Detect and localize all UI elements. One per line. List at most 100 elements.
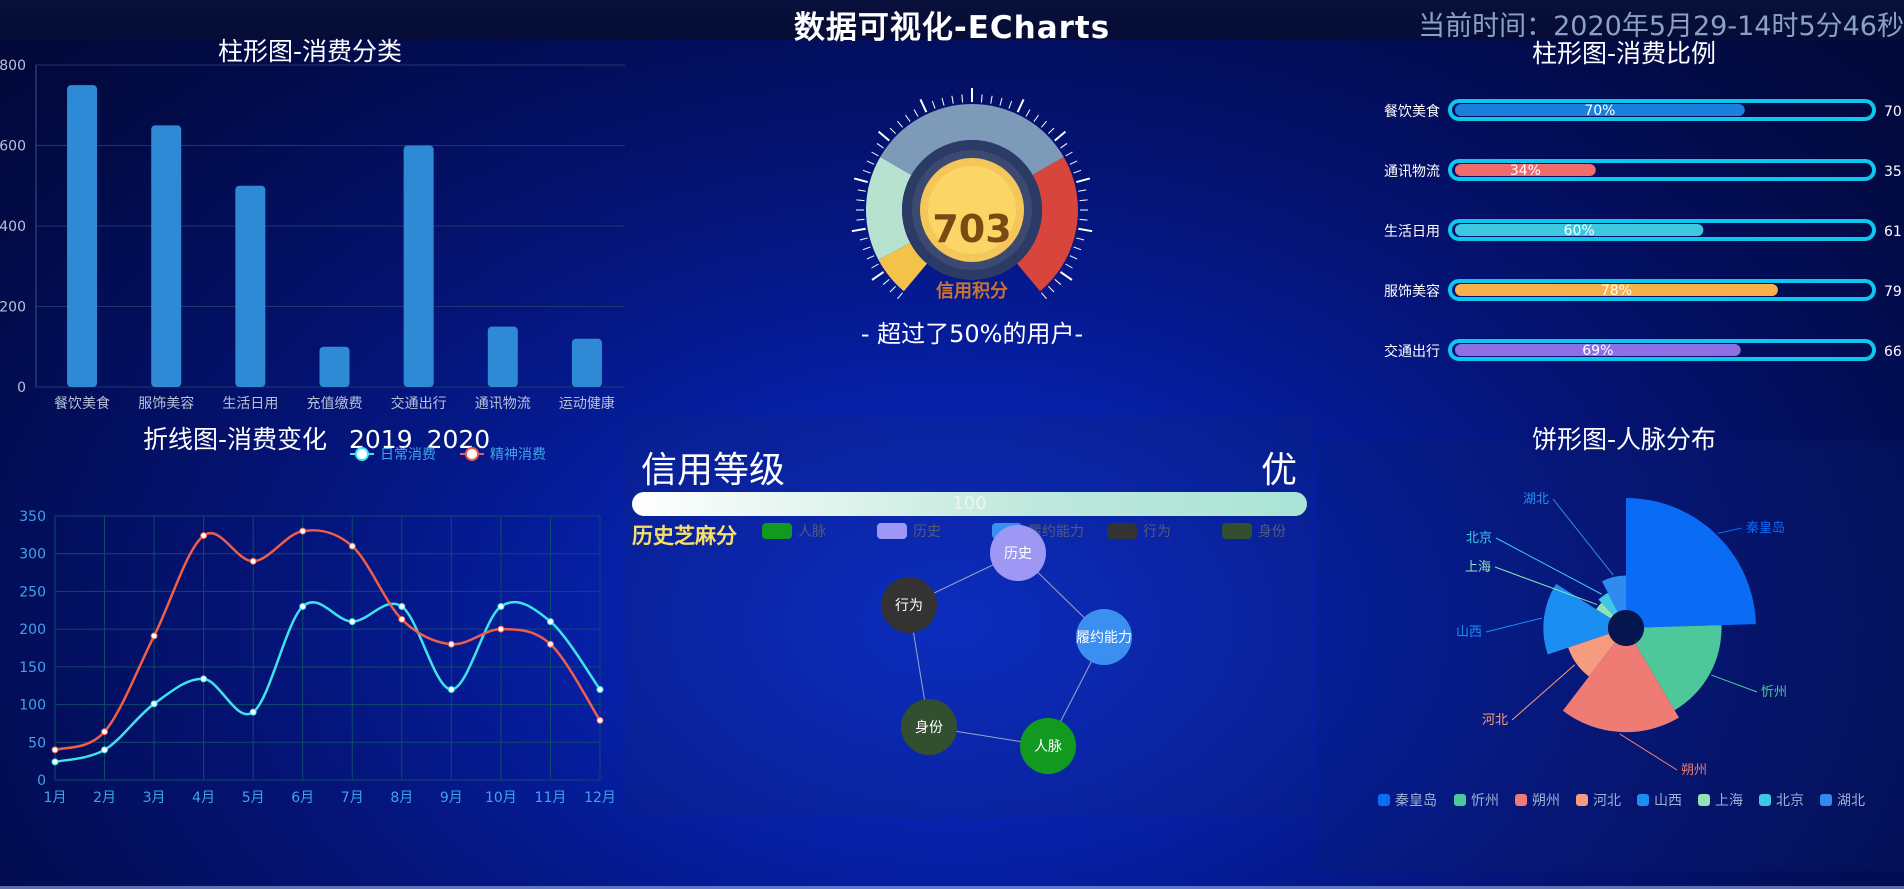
line-x-tick: 10月 [485,790,517,806]
bar-x-tick: 餐饮美食 [54,395,110,412]
line-x-tick: 12月 [584,790,616,806]
pie-legend-label: 河北 [1593,793,1621,809]
gauge-tick [871,263,879,269]
line-point [398,603,406,611]
gauge-tick [1079,199,1088,202]
line-x-tick: 11月 [535,790,567,806]
credit-level-bar-label: 100 [952,493,987,514]
gauge-tick [1060,143,1068,149]
line-point [249,708,257,716]
line-point [596,685,604,693]
graph-legend-swatch [1222,523,1252,539]
progress-label: 服饰美容 [1384,283,1440,300]
bar [151,125,182,387]
gauge-tick [1069,255,1078,260]
progress-right-label: 70 [1884,104,1902,120]
progress-value-label: 34% [1510,163,1541,179]
line-point [150,700,158,708]
line-point [596,716,604,724]
line-point [447,685,455,693]
bar [403,145,434,387]
pie-legend-label: 山西 [1654,793,1682,809]
line-point [51,746,59,754]
progress-right-label: 61 [1884,224,1902,240]
rose-center-hole [1608,610,1644,646]
progress-right-label: 35 [1884,164,1902,180]
pie-legend-label: 秦皇岛 [1395,793,1437,809]
bar [235,185,266,387]
line-x-tick: 4月 [192,790,215,806]
progress-label: 餐饮美食 [1384,103,1440,120]
progress-label: 生活日用 [1384,224,1440,240]
legend-marker [355,447,369,461]
graph-legend-swatch [762,523,792,539]
progress-label: 通讯物流 [1384,164,1440,180]
rose-leader-line [1552,498,1614,576]
progress-value-label: 60% [1564,223,1595,239]
gauge-tick [897,120,903,128]
progress-right-label: 79 [1884,284,1902,300]
rose-label: 河北 [1482,713,1508,728]
bar-y-tick: 0 [17,380,26,396]
pie-legend-swatch [1378,794,1390,806]
contacts-rose-chart: 秦皇岛忻州朔州河北山西上海北京湖北秦皇岛 忻州 朔州 河北 山西 上海 北京 湖北 [1378,492,1865,809]
progress-right-label: 66 [1884,344,1902,360]
gauge-tick [856,199,865,202]
rose-slice [1626,498,1756,628]
legend-label: 精神消费 [490,447,546,463]
bar-x-tick: 充值缴费 [307,396,363,412]
gauge-value: 703 [932,207,1012,251]
pie-legend-label: 忻州 [1471,793,1499,809]
graph-legend-label: 身份 [1258,524,1286,540]
gauge-tick [1033,114,1039,122]
line-point [546,640,554,648]
line-x-tick: 3月 [143,790,166,806]
rose-label: 湖北 [1523,492,1549,507]
line-point [299,603,307,611]
pie-legend-swatch [1759,794,1771,806]
gauge-subtitle: - 超过了50%的用户- [860,320,1084,348]
gauge-tick [990,95,993,104]
pie-legend-swatch [1515,794,1527,806]
legend-label: 日常消费 [380,447,436,463]
line-point [200,675,208,683]
line-x-tick: 2月 [93,790,116,806]
graph-node-label: 身份 [915,720,943,736]
line-point [299,527,307,535]
gauge-tick [919,99,928,113]
rose-label: 秦皇岛 [1746,520,1785,536]
gauge-tick [876,143,884,149]
bar-y-tick: 800 [0,58,26,74]
consumption-ratio-chart: 餐饮美食 70% 70 通讯物流 34% 35 生活日用 60% 61 服饰美容 78% 79 交通出行… [1384,99,1902,361]
rose-label: 山西 [1456,625,1482,640]
bar [487,326,518,387]
line-x-tick: 1月 [44,790,67,806]
graph-node-label: 历史 [1004,546,1032,562]
graph-legend-label: 行为 [1143,524,1171,540]
pie-legend-label: 北京 [1776,793,1804,809]
line-y-tick: 200 [19,622,46,638]
gauge-tick [1076,177,1091,184]
rose-label: 北京 [1466,531,1492,546]
line-point [447,640,455,648]
gauge-tick [1073,169,1082,174]
gauge-tick [889,127,896,134]
gauge-tick [1008,100,1013,109]
line-y-tick: 50 [28,735,46,751]
gauge-tick [866,255,875,260]
gauge-tick [1048,127,1055,134]
line-point [348,542,356,550]
bar-x-tick: 运动健康 [559,395,615,412]
bar-y-tick: 400 [0,219,26,235]
gauge-tick [1016,99,1025,113]
line-point [200,532,208,540]
line-point [101,746,109,754]
gauge-tick [871,151,879,157]
bar-x-tick: 交通出行 [391,395,447,412]
line-point [497,625,505,633]
credit-level-label: 信用等级 [641,450,786,491]
line-series [54,600,602,764]
gauge-tick [862,169,871,174]
credit-level-value: 优 [1261,450,1298,491]
bar [67,85,98,387]
